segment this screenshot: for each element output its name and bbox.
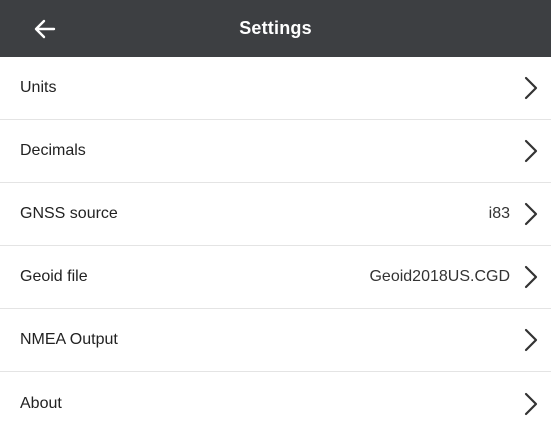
settings-item-label: Units (20, 79, 57, 96)
chevron-right-icon (520, 75, 542, 101)
chevron-right-icon (520, 138, 542, 164)
settings-item-gnss-source[interactable]: GNSS source i83 (0, 183, 551, 246)
settings-screen: Settings Units Decimals GNSS source i83 … (0, 0, 551, 427)
settings-item-geoid-file[interactable]: Geoid file Geoid2018US.CGD (0, 246, 551, 309)
settings-item-decimals[interactable]: Decimals (0, 120, 551, 183)
settings-item-about[interactable]: About (0, 372, 551, 427)
chevron-right-icon (520, 201, 542, 227)
back-button[interactable] (30, 14, 60, 44)
settings-item-label: About (20, 394, 62, 412)
settings-item-label: GNSS source (20, 205, 118, 222)
settings-item-label: NMEA Output (20, 331, 118, 348)
settings-item-label: Geoid file (20, 268, 88, 285)
settings-item-units[interactable]: Units (0, 57, 551, 120)
chevron-right-icon (520, 264, 542, 290)
chevron-right-icon (520, 327, 542, 353)
settings-list: Units Decimals GNSS source i83 Geoid fil… (0, 57, 551, 427)
chevron-right-icon (520, 391, 542, 417)
settings-item-label: Decimals (20, 142, 86, 159)
app-header: Settings (0, 0, 551, 57)
settings-item-nmea-output[interactable]: NMEA Output (0, 309, 551, 372)
settings-item-value: Geoid2018US.CGD (369, 268, 510, 285)
arrow-left-icon (34, 19, 56, 39)
settings-item-value: i83 (488, 205, 510, 222)
page-title: Settings (239, 18, 312, 38)
